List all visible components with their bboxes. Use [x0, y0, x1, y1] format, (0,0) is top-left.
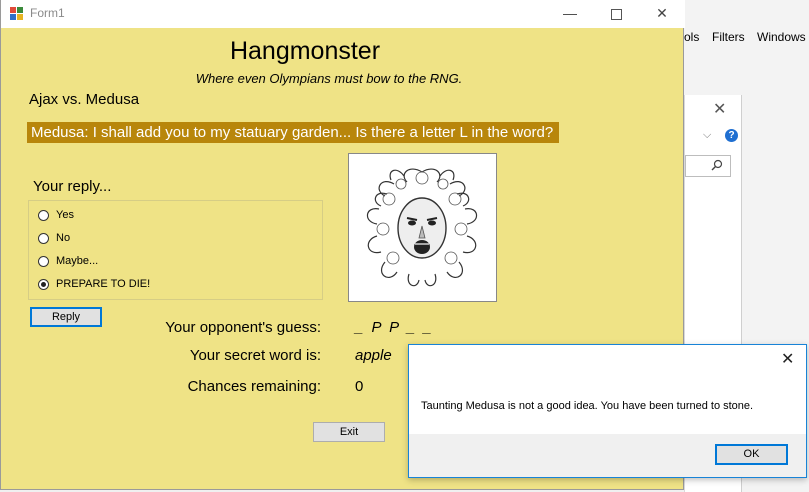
- chances-remaining-label: Chances remaining:: [187, 378, 321, 395]
- reply-option-label: No: [56, 232, 71, 244]
- maximize-button[interactable]: [593, 0, 639, 28]
- game-title: Hangmonster: [229, 37, 381, 65]
- chances-remaining-value: 0: [355, 378, 364, 395]
- ok-button[interactable]: OK: [715, 444, 788, 465]
- chevron-down-icon[interactable]: ⌵: [703, 129, 711, 142]
- window-title: Form1: [30, 6, 65, 20]
- help-icon[interactable]: ?: [725, 129, 738, 142]
- reply-group-label: Your reply...: [33, 178, 112, 195]
- title-bar[interactable]: Form1 — ✕: [1, 0, 685, 28]
- minimize-button[interactable]: —: [547, 0, 593, 28]
- reply-button[interactable]: Reply: [30, 307, 102, 327]
- message-dialog: ✕ Taunting Medusa is not a good idea. Yo…: [408, 344, 807, 478]
- medusa-portrait: [348, 153, 497, 302]
- reply-option-maybe[interactable]: Maybe...: [38, 253, 98, 269]
- reply-option-no[interactable]: No: [38, 230, 70, 246]
- app-icon: [10, 7, 23, 20]
- reply-option-label: PREPARE TO DIE!: [56, 278, 151, 290]
- panel-close-icon[interactable]: ✕: [713, 99, 726, 119]
- radio-button-icon[interactable]: [38, 232, 49, 244]
- reply-option-prepare-to-die[interactable]: PREPARE TO DIE!: [38, 276, 150, 292]
- maximize-icon: [610, 9, 622, 20]
- matchup-label: Ajax vs. Medusa: [29, 91, 140, 108]
- radio-button-checked-icon[interactable]: [38, 278, 49, 290]
- close-button[interactable]: ✕: [639, 0, 685, 28]
- medusa-head-icon: [366, 168, 478, 287]
- background-menu-bar: ols Filters Windows: [684, 26, 809, 48]
- search-icon: [711, 159, 723, 171]
- reply-option-yes[interactable]: Yes: [38, 207, 74, 223]
- game-subtitle: Where even Olympians must bow to the RNG…: [195, 71, 463, 86]
- dialog-close-icon[interactable]: ✕: [781, 349, 794, 369]
- reply-options-group: Yes No Maybe... PREPARE TO DIE!: [28, 200, 323, 300]
- secret-word-label: Your secret word is:: [189, 347, 321, 364]
- reply-option-label: Maybe...: [56, 255, 99, 267]
- secret-word-value: apple: [355, 347, 392, 364]
- dialog-footer: OK: [409, 434, 806, 477]
- radio-button-icon[interactable]: [38, 209, 49, 221]
- menu-item-tools[interactable]: ols: [684, 30, 699, 44]
- opponent-message-banner: Medusa: I shall add you to my statuary g…: [27, 122, 560, 143]
- dialog-message: Taunting Medusa is not a good idea. You …: [421, 400, 754, 412]
- panel-search-input[interactable]: [685, 155, 731, 177]
- exit-button[interactable]: Exit: [313, 422, 385, 442]
- menu-item-windows[interactable]: Windows: [757, 30, 806, 44]
- reply-option-label: Yes: [56, 209, 74, 221]
- menu-item-filters[interactable]: Filters: [712, 30, 745, 44]
- opponent-guess-value: _ P P _ _: [355, 319, 434, 336]
- opponent-guess-label: Your opponent's guess:: [165, 319, 321, 336]
- radio-button-icon[interactable]: [38, 255, 49, 267]
